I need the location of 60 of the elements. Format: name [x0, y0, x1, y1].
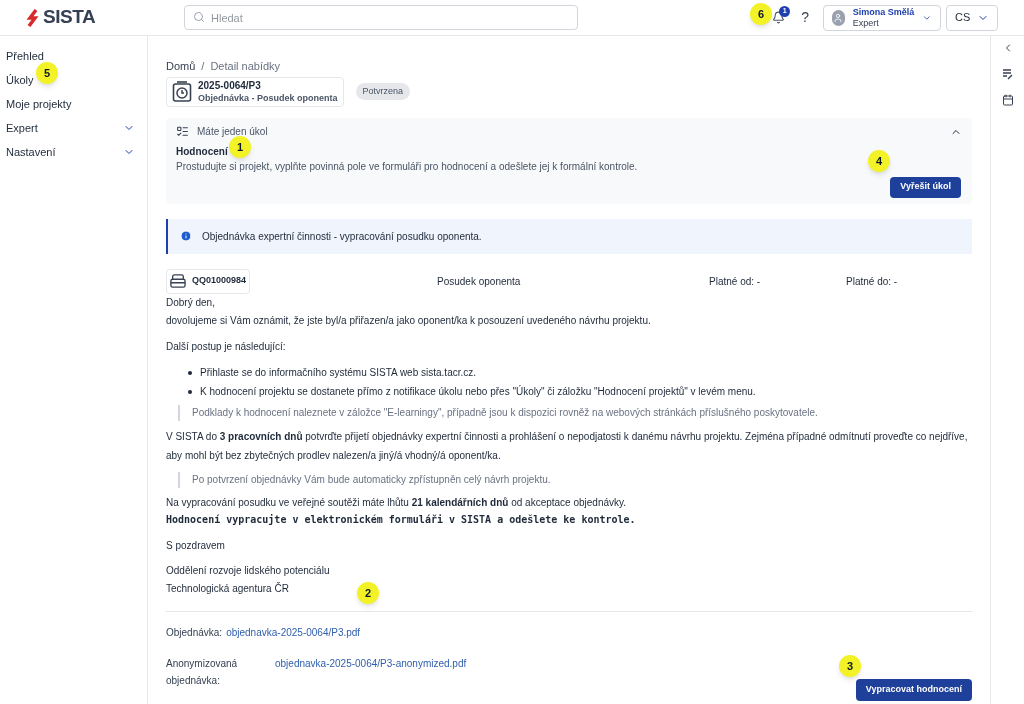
bullet-icon — [188, 389, 192, 394]
valid-to: Platné do: - — [846, 274, 898, 289]
letter-text: Na vypracování posudku ve veřejné soutěži máte lhůtu 21 kalendářních dnů od akceptace objednávky. — [166, 495, 627, 510]
calendar-icon[interactable] — [1001, 94, 1014, 106]
notifications-button[interactable] — [772, 11, 786, 24]
logo-icon — [26, 8, 40, 27]
callout-marker: 3 — [839, 655, 861, 677]
letter-text: S pozdravem — [166, 538, 225, 553]
letter-text: Oddělení rozvoje lidského potenciálu — [166, 563, 330, 578]
valid-from: Platné od: - — [709, 274, 762, 289]
letter-text: Dobrý den, — [166, 295, 215, 310]
letter-text: V SISTA do 3 pracovních dnů potvrďte přijetí objednávky expertní činnosti a prohlášení o nepodjatosti k danému návrhu projektu. Zejména případné odmítnutí proveďte co nejdříve, aby mohl být bez zbytečných prodlev nalezen/a jiný/á vhodný/á oponent/ka. — [166, 429, 969, 463]
task-panel-heading: Máte jeden úkol — [197, 125, 268, 139]
breadcrumb-link[interactable]: Domů — [166, 58, 196, 75]
help-button[interactable]: ? — [801, 7, 809, 28]
callout-marker: 2 — [357, 582, 379, 604]
avatar-icon — [832, 9, 845, 26]
letter-code: QQ01000984 — [191, 274, 246, 288]
archive-icon — [170, 273, 186, 289]
language-select[interactable]: CS — [946, 4, 998, 31]
letter-text: dovolujeme si Vám oznámit, že jste byl/a přiřazen/a jako oponent/ka k posouzení uvedeného návrhu projektu. — [166, 313, 651, 328]
status-badge: Potvrzena — [355, 82, 411, 101]
sidebar-item[interactable]: Úkoly — [6, 68, 34, 92]
user-role: Expert — [852, 17, 879, 29]
solve-task-button[interactable]: Vyřešit úkol — [890, 176, 961, 198]
task-description: Prostudujte si projekt, vyplňte povinná pole ve formuláři pro hodnocení a odešlete jej k formální kontrole. — [176, 159, 638, 174]
letter-text: Technologická agentura ČR — [166, 581, 289, 596]
search-icon — [193, 11, 205, 23]
callout-marker: 5 — [36, 62, 58, 84]
attachment-link[interactable]: objednavka-2025-0064/P3.pdf — [226, 623, 361, 641]
document-type: Objednávka - Posudek oponenta — [198, 91, 338, 104]
breadcrumb-current: Detail nabídky — [210, 59, 281, 74]
info-text: Objednávka expertní činnosti - vypracování posudku oponenta. — [202, 229, 482, 244]
logo-text: SISTA — [43, 5, 96, 30]
attachment-label: Anonymizovaná objednávka: — [166, 656, 239, 688]
document-number: 2025-0064/P3 — [198, 79, 262, 92]
letter-text: Další postup je následující: — [166, 339, 286, 354]
quote-text: Podklady k hodnocení naleznete v záložce "E-learningy", případně jsou k dispozici rovněž na webových stránkách příslušného poskytovatele. — [178, 404, 972, 421]
timer-box-icon — [172, 80, 192, 103]
letter-code-text: Hodnocení vypracujte v elektronickém formuláři v SISTA a odešlete ke kontrole. — [166, 512, 637, 527]
quote-text: Po potvrzení objednávky Vám bude automaticky zpřístupněn celý návrh projektu. — [178, 471, 972, 488]
task-title: Hodnocení — [176, 144, 228, 159]
breadcrumb-separator: / — [201, 59, 205, 74]
sidebar-item[interactable]: Expert — [6, 116, 141, 140]
checklist-icon — [176, 125, 189, 138]
search-field[interactable]: Hledat — [184, 5, 578, 30]
callout-marker: 6 — [750, 3, 772, 25]
user-menu[interactable]: Simona Smělá Expert — [823, 4, 941, 31]
letter-kind: Posudek oponenta — [437, 274, 522, 289]
edit-list-icon[interactable] — [1001, 68, 1014, 80]
attachment-label: Objednávka: — [166, 625, 223, 640]
submit-evaluation-button[interactable]: Vypracovat hodnocení — [855, 678, 972, 701]
list-item-text: K hodnocení projektu se dostanete přímo z notifikace úkolu nebo přes "Úkoly" či záložku "Hodnocení projektů" v levém menu. — [200, 384, 756, 399]
attachment-link[interactable]: objednavka-2025-0064/P3-anonymized.pdf — [275, 654, 467, 689]
bullet-icon — [188, 370, 192, 375]
info-icon — [180, 230, 192, 242]
user-name: Simona Smělá — [852, 6, 915, 18]
sidebar-item[interactable]: Nastavení — [6, 140, 141, 164]
sidebar-item[interactable]: Moje projekty — [6, 92, 72, 116]
list-item-text: Přihlaste se do informačního systému SISTA web sista.tacr.cz. — [200, 365, 477, 380]
